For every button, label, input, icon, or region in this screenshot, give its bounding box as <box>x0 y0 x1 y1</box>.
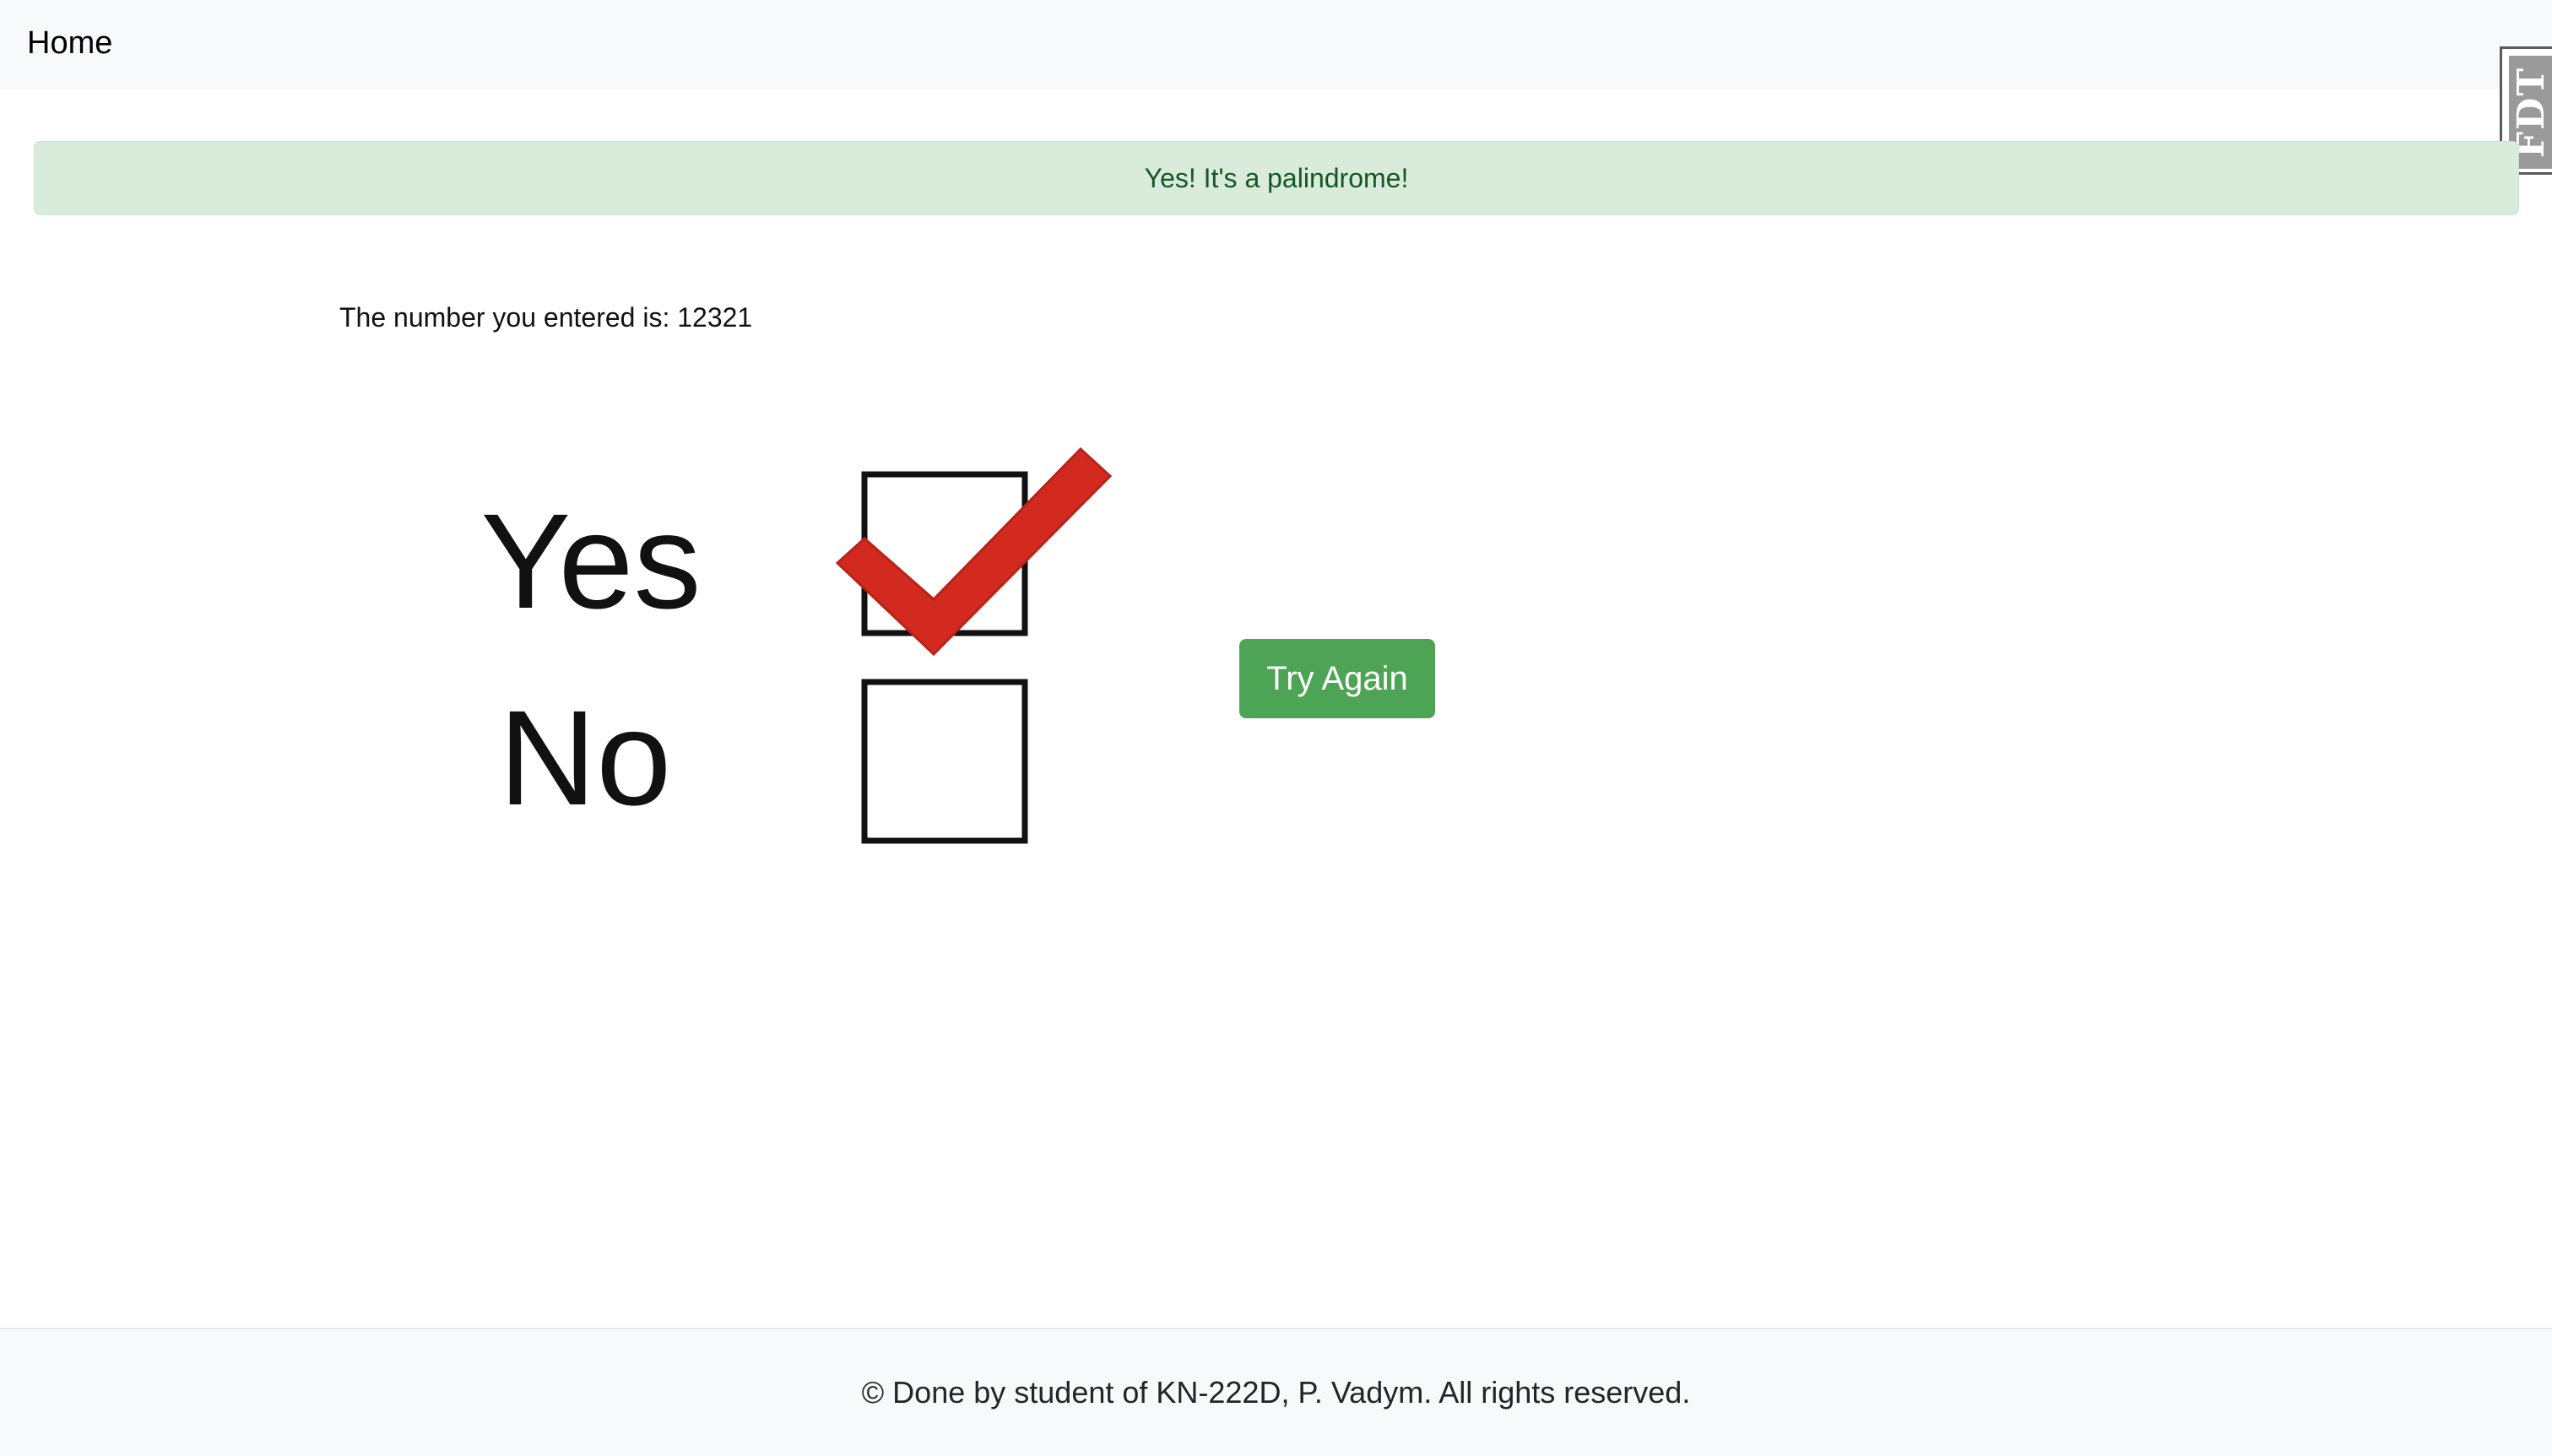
footer: © Done by student of KN-222D, P. Vadym. … <box>0 1328 2552 1456</box>
illustration-no-label: No <box>499 682 672 833</box>
nav-home-link[interactable]: Home <box>27 22 112 64</box>
success-alert: Yes! It's a palindrome! <box>34 141 2519 215</box>
entered-number-value: 12321 <box>677 302 753 333</box>
extension-badge-text: FDT <box>2510 66 2552 159</box>
red-checkmark-icon <box>835 447 1113 657</box>
navbar: Home <box>0 0 2552 89</box>
yes-no-illustration: Yes No <box>480 447 1113 844</box>
footer-copyright: © Done by student of KN-222D, P. Vadym. … <box>861 1375 1691 1410</box>
alert-message: Yes! It's a palindrome! <box>1144 162 1409 193</box>
entered-number-line: The number you entered is: 12321 <box>339 299 752 336</box>
page: Home FDT Yes! It's a palindrome! The num… <box>0 0 2552 1456</box>
try-again-button[interactable]: Try Again <box>1239 639 1435 718</box>
illustration-yes-label: Yes <box>480 485 701 636</box>
no-checkbox-icon <box>861 679 1028 844</box>
entered-number-label: The number you entered is: <box>339 302 670 333</box>
